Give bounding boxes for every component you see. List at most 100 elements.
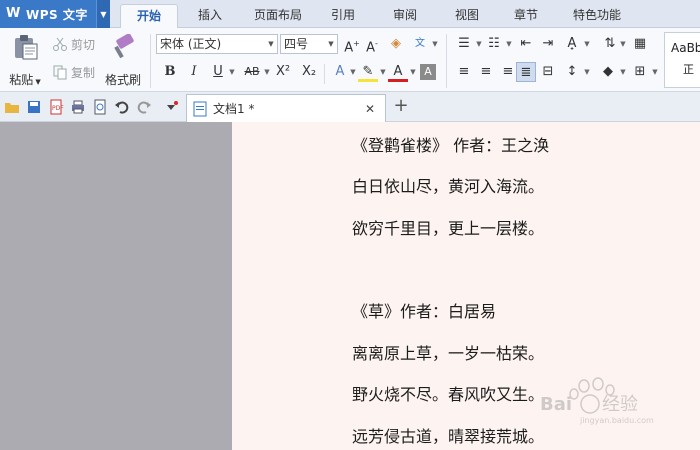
copy-icon — [53, 65, 67, 80]
style-gallery[interactable]: AaBb 正 — [664, 32, 700, 88]
redo-icon[interactable] — [136, 99, 152, 115]
chevron-down-icon: ▼ — [328, 40, 334, 48]
menu-bar: W WPS 文字 ▼ 开始 插入 页面布局 引用 审阅 视图 章节 特色功能 — [0, 0, 700, 28]
tab-label: 页面布局 — [253, 8, 302, 22]
document-tab[interactable]: 文档1 * ✕ — [186, 94, 386, 122]
svg-text:Bai: Bai — [540, 394, 572, 415]
chevron-down-icon: ▼ — [268, 40, 274, 48]
app-menu-button[interactable]: W WPS 文字 ▼ — [0, 0, 110, 28]
align-right-icon[interactable]: ≡ — [498, 62, 518, 82]
wps-writer-window: W WPS 文字 ▼ 开始 插入 页面布局 引用 审阅 视图 章节 特色功能 粘… — [0, 0, 700, 450]
chevron-down-icon[interactable]: ▼ — [262, 62, 272, 82]
save-icon[interactable] — [26, 99, 42, 115]
tab-label: 特色功能 — [572, 8, 621, 22]
tab-page-layout[interactable]: 页面布局 — [246, 4, 310, 28]
paste-label: 粘贴 — [9, 73, 34, 87]
document-line: 《登鹳雀楼》 作者：王之涣 — [352, 136, 550, 155]
font-size-select[interactable]: 四号 ▼ — [280, 34, 338, 54]
sort-icon[interactable]: ⇅ — [600, 34, 620, 54]
align-left-icon[interactable]: ≡ — [454, 62, 474, 82]
chevron-down-icon: ▼ — [33, 78, 41, 86]
document-line: 离离原上草，一岁一枯荣。 — [352, 344, 545, 363]
svg-text:PDF: PDF — [52, 105, 64, 112]
italic-button[interactable]: I — [184, 62, 204, 82]
cut-label: 剪切 — [71, 37, 96, 52]
tab-label: 插入 — [197, 8, 222, 22]
table-grid-icon[interactable]: ▦ — [630, 34, 650, 54]
grow-font-icon[interactable]: A+ — [342, 34, 362, 55]
tab-insert[interactable]: 插入 — [186, 4, 234, 28]
increase-indent-icon[interactable]: ⇥ — [538, 34, 558, 54]
copy-button[interactable]: 复制 — [52, 62, 95, 82]
border-icon[interactable]: ⊞ — [630, 62, 650, 82]
chevron-down-icon[interactable]: ▼ — [650, 62, 660, 82]
print-icon[interactable] — [70, 99, 86, 115]
underline-label: U — [213, 64, 223, 79]
subscript-button[interactable]: X₂ — [298, 62, 320, 82]
numbered-list-icon[interactable]: ☷ — [484, 34, 504, 54]
paragraph-shading-icon[interactable]: ◆ — [598, 62, 618, 82]
tab-special-features[interactable]: 特色功能 — [562, 4, 632, 28]
phonetic-guide-icon[interactable]: 文 — [410, 34, 430, 54]
wps-logo-icon: W — [6, 6, 21, 21]
chevron-down-icon[interactable]: ▼ — [582, 34, 592, 54]
align-center-icon[interactable]: ≡ — [476, 62, 496, 82]
paste-button[interactable]: 粘贴 ▼ — [6, 32, 44, 88]
export-pdf-icon[interactable]: PDF — [48, 99, 64, 115]
new-tab-icon[interactable]: + — [392, 97, 410, 117]
app-title: WPS 文字 — [26, 7, 88, 22]
strikethrough-button[interactable]: AB — [240, 62, 264, 82]
tab-home[interactable]: 开始 — [120, 4, 178, 28]
open-folder-icon[interactable] — [4, 99, 20, 115]
superscript-label: X² — [275, 64, 291, 79]
character-shading-icon[interactable]: A — [420, 64, 436, 80]
bold-button[interactable]: B — [160, 62, 180, 82]
text-effect-icon[interactable]: A — [330, 62, 350, 82]
font-name-select[interactable]: 宋体 (正文) ▼ — [156, 34, 278, 54]
chevron-down-icon[interactable]: ▼ — [582, 62, 592, 82]
tab-label: 审阅 — [392, 8, 417, 22]
customize-toolbar-icon[interactable] — [164, 99, 180, 115]
clear-format-icon[interactable]: ◈ — [386, 34, 406, 54]
ribbon-divider — [150, 34, 151, 88]
underline-button[interactable]: U — [208, 62, 228, 82]
tab-label: 章节 — [513, 8, 538, 22]
tab-label: 引用 — [330, 8, 355, 22]
format-painter-label: 格式刷 — [104, 73, 141, 87]
distributed-align-icon[interactable]: ⊟ — [538, 62, 558, 82]
undo-icon[interactable] — [114, 99, 130, 115]
document-line: 远芳侵古道，晴翠接荒城。 — [352, 427, 545, 446]
bullet-list-icon[interactable]: ☰ — [454, 34, 474, 54]
ribbon-divider — [324, 64, 325, 84]
cut-button[interactable]: 剪切 — [52, 34, 95, 54]
chevron-down-icon[interactable]: ▼ — [618, 34, 628, 54]
chevron-down-icon[interactable]: ▼ — [348, 62, 358, 82]
subscript-label: X₂ — [301, 64, 317, 79]
tab-view[interactable]: 视图 — [446, 4, 488, 28]
font-color-icon[interactable]: A — [388, 62, 408, 82]
chevron-down-icon[interactable]: ▼ — [227, 62, 237, 82]
tab-review[interactable]: 审阅 — [384, 4, 426, 28]
superscript-button[interactable]: X² — [272, 62, 294, 82]
shrink-font-icon[interactable]: A- — [362, 34, 382, 55]
chevron-down-icon[interactable]: ▼ — [504, 34, 514, 54]
tab-references[interactable]: 引用 — [322, 4, 364, 28]
print-preview-icon[interactable] — [92, 99, 108, 115]
chevron-down-icon[interactable]: ▼ — [618, 62, 628, 82]
tab-section[interactable]: 章节 — [505, 4, 547, 28]
chevron-down-icon[interactable]: ▼ — [430, 34, 440, 54]
baidu-watermark: Bai 经验 jingyan.baidu.com — [540, 377, 654, 425]
decrease-indent-icon[interactable]: ⇤ — [516, 34, 536, 54]
close-icon[interactable]: ✕ — [365, 102, 379, 116]
highlight-icon[interactable]: ✎ — [358, 62, 378, 82]
chevron-down-icon[interactable]: ▼ — [96, 0, 110, 28]
chevron-down-icon[interactable]: ▼ — [408, 62, 418, 82]
chinese-layout-icon[interactable]: A̟ — [562, 34, 582, 54]
format-painter-button[interactable]: 格式刷 — [102, 32, 144, 88]
clipboard-icon — [15, 35, 38, 60]
document-tab-title: 文档1 * — [213, 102, 255, 116]
line-spacing-icon[interactable]: ↕ — [562, 62, 582, 82]
chevron-down-icon[interactable]: ▼ — [378, 62, 388, 82]
justify-icon[interactable]: ≣ — [516, 62, 536, 82]
chevron-down-icon[interactable]: ▼ — [474, 34, 484, 54]
